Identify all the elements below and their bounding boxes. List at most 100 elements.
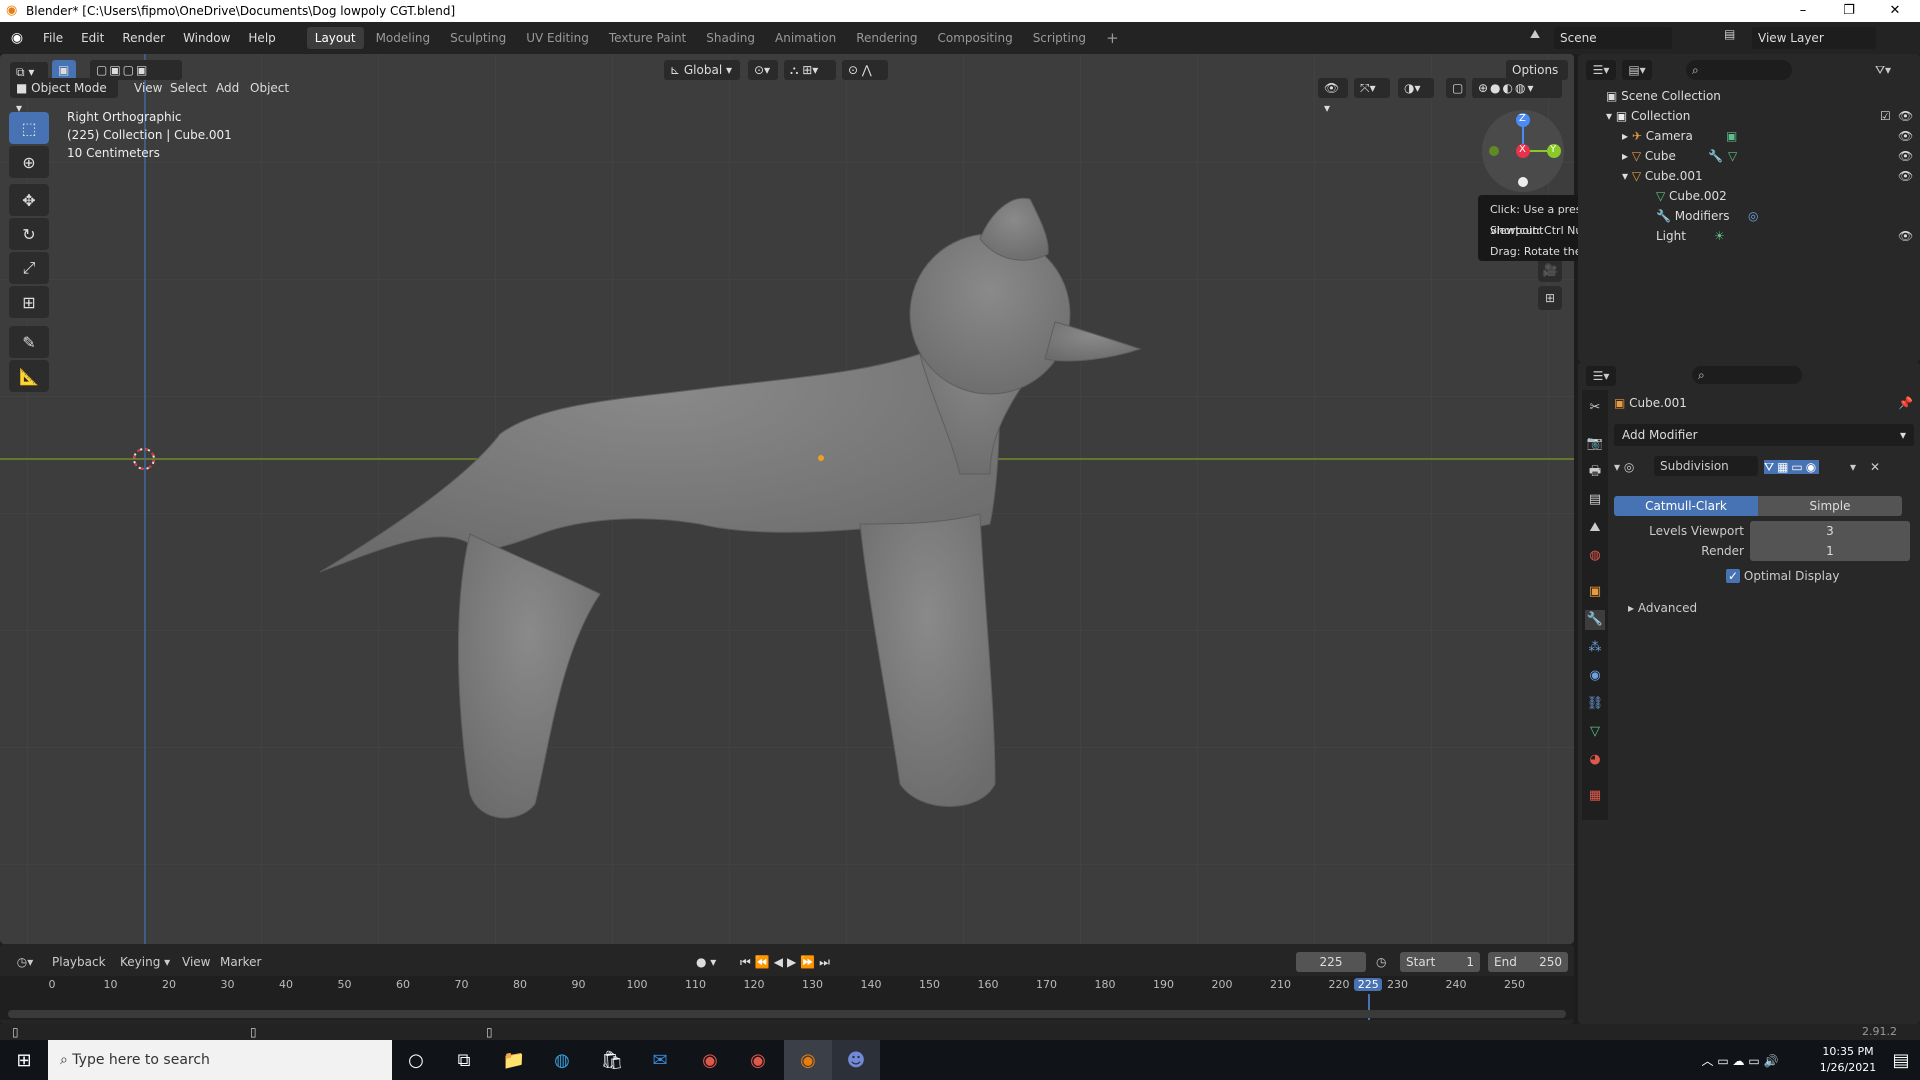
output-tab-icon[interactable]: 🖶 [1585, 462, 1605, 482]
proportional-edit-icon[interactable]: ⊙ ⋀ [842, 60, 888, 80]
properties-editor-type-icon[interactable]: ☰▾ [1586, 366, 1616, 386]
mesh-data-tab-icon[interactable]: ▽ [1585, 722, 1605, 742]
transform-tool-icon[interactable]: ⊞ [9, 286, 49, 318]
3d-viewport[interactable]: ⧉ ▾ ▣ ▢▣▢▣ ⊾ Global ▾ ⊙▾ ⛬ ⊞▾ ⊙ ⋀ Option… [0, 54, 1574, 944]
timeline-menu-view[interactable]: View [182, 952, 210, 972]
tab-texture-paint[interactable]: Texture Paint [601, 27, 694, 49]
tab-uv-editing[interactable]: UV Editing [518, 27, 597, 49]
checkbox-icon[interactable]: ☑ [1880, 106, 1891, 126]
close-window-button[interactable]: ✕ [1872, 0, 1918, 22]
snap-icon[interactable]: ⛬ ⊞▾ [784, 60, 836, 80]
outliner-search-input[interactable]: ⌕ [1686, 60, 1792, 80]
gizmo-toggle-icon[interactable]: ⤧▾ [1354, 78, 1390, 98]
restore-button[interactable]: ❐ [1826, 0, 1872, 22]
world-tab-icon[interactable]: ◍ [1585, 546, 1605, 566]
eye-icon[interactable]: 👁 [1898, 126, 1913, 146]
cortana-icon[interactable]: ○ [392, 1040, 440, 1080]
eye-icon[interactable]: 👁 [1898, 146, 1913, 166]
menu-window[interactable]: Window [174, 22, 239, 54]
cursor-tool-icon[interactable]: ⊕ [9, 146, 49, 178]
tab-rendering[interactable]: Rendering [848, 27, 925, 49]
store-icon[interactable]: 🛍 [588, 1040, 636, 1080]
eye-icon[interactable]: 👁 [1898, 166, 1913, 186]
ortho-toggle-icon[interactable]: ⊞ [1538, 286, 1562, 310]
filter-icon[interactable]: ⛛▾ [1868, 60, 1898, 80]
keying-menu[interactable]: Keying ▾ [120, 952, 176, 972]
object-tab-icon[interactable]: ▣ [1585, 582, 1605, 602]
simple-button[interactable]: Simple [1758, 496, 1902, 516]
shading-modes-icons[interactable]: ⊕●◐◍▾ [1472, 78, 1562, 98]
properties-search-input[interactable]: ⌕ [1692, 366, 1802, 384]
playhead-frame-label[interactable]: 225 [1354, 978, 1383, 991]
add-workspace-icon[interactable]: + [1098, 27, 1127, 49]
menu-edit[interactable]: Edit [72, 22, 113, 54]
view-layer-selector[interactable]: View Layer [1752, 27, 1876, 49]
render-tab-icon[interactable]: 📷 [1585, 434, 1605, 454]
catmull-clark-button[interactable]: Catmull-Clark [1614, 496, 1758, 516]
modifier-toggle-icons[interactable]: ⛛▦▭◉ [1764, 456, 1820, 478]
selection-mode-icons[interactable]: ▢▣▢▣ [90, 60, 182, 80]
outliner-item-cube-002[interactable]: ▽ Cube.002 [1578, 186, 1920, 206]
chrome-icon[interactable]: ◉ [686, 1040, 734, 1080]
outliner-item-camera[interactable]: ▸ ✈ Camera ▣ 👁 [1578, 126, 1920, 146]
modifier-tab-icon[interactable]: 🔧 [1585, 610, 1605, 630]
view-layer-tab-icon[interactable]: ▤ [1585, 490, 1605, 510]
outliner-editor-type-icon[interactable]: ☰▾ [1586, 60, 1616, 80]
close-icon[interactable]: ✕ [1870, 456, 1880, 478]
rotate-tool-icon[interactable]: ↻ [9, 218, 49, 250]
end-frame-field[interactable]: End 250 [1488, 952, 1568, 972]
checkbox-checked-icon[interactable]: ✓ [1726, 569, 1741, 583]
tool-tab-icon[interactable]: ✂ [1585, 398, 1605, 418]
tab-sculpting[interactable]: Sculpting [442, 27, 514, 49]
menu-render[interactable]: Render [113, 22, 174, 54]
eye-icon[interactable]: 👁 [1898, 226, 1913, 246]
menu-help[interactable]: Help [239, 22, 284, 54]
discord-icon[interactable]: ☻ [832, 1040, 880, 1080]
visibility-icon[interactable]: 👁▾ [1318, 78, 1348, 115]
timeline-editor-type-icon[interactable]: ◷▾ [10, 952, 40, 972]
minimize-button[interactable]: – [1780, 0, 1826, 22]
windows-start-icon[interactable]: ⊞ [0, 1040, 48, 1080]
file-explorer-icon[interactable]: 📁 [490, 1040, 538, 1080]
timeline-menu-marker[interactable]: Marker [220, 952, 261, 972]
blender-menu-icon[interactable]: ◉ [0, 30, 34, 46]
outliner-item-collection[interactable]: ▾ ▣ Collection ☑ 👁 [1578, 106, 1920, 126]
xray-icon[interactable]: ▢ [1446, 78, 1466, 98]
mail-icon[interactable]: ✉ [636, 1040, 684, 1080]
select-box-icon[interactable]: ▣ [52, 60, 76, 80]
outliner-item-cube[interactable]: ▸ ▽ Cube 🔧 ▽ 👁 [1578, 146, 1920, 166]
taskbar-search-box[interactable]: ⌕ Type here to search [48, 1040, 392, 1080]
physics-tab-icon[interactable]: ◉ [1585, 666, 1605, 686]
outliner-item-cube-001[interactable]: ▾ ▽ Cube.001 👁 [1578, 166, 1920, 186]
outliner-scene-collection[interactable]: ▣ Scene Collection [1578, 86, 1920, 106]
collapse-arrow-icon[interactable]: ▾ [1614, 460, 1624, 474]
clock-icon[interactable]: ◷ [1376, 952, 1396, 972]
levels-viewport-field[interactable]: 3 [1750, 521, 1910, 541]
viewport-menu-add[interactable]: Add [210, 78, 245, 98]
viewport-menu-object[interactable]: Object [244, 78, 295, 98]
annotate-tool-icon[interactable]: ✎ [9, 326, 49, 358]
object-mode-dropdown[interactable]: ■ Object Mode ▾ [10, 78, 118, 115]
transform-orientation-dropdown[interactable]: ⊾ Global ▾ [664, 60, 740, 80]
tab-layout[interactable]: Layout [306, 27, 364, 49]
eye-icon[interactable]: 👁 [1898, 106, 1913, 126]
navigation-gizmo[interactable]: Z X Y [1482, 110, 1564, 192]
viewport-menu-view[interactable]: View [128, 78, 168, 98]
tab-scripting[interactable]: Scripting [1025, 27, 1094, 49]
display-mode-icon[interactable]: ▤▾ [1622, 60, 1652, 80]
viewport-menu-select[interactable]: Select [164, 78, 213, 98]
scale-tool-icon[interactable]: ⤢ [9, 252, 49, 284]
scene-selector[interactable]: Scene [1554, 27, 1672, 49]
edge-icon[interactable]: ◍ [538, 1040, 586, 1080]
pivot-point-icon[interactable]: ⊙▾ [748, 60, 778, 80]
texture-tab-icon[interactable]: ▦ [1585, 786, 1605, 806]
render-levels-field[interactable]: 1 [1750, 541, 1910, 561]
scene-tab-icon[interactable]: ⛰ [1585, 518, 1605, 538]
move-tool-icon[interactable]: ✥ [9, 184, 49, 216]
material-tab-icon[interactable]: ◕ [1585, 750, 1605, 770]
select-tool-icon[interactable]: ⬚ [9, 112, 49, 144]
taskbar-clock[interactable]: 10:35 PM 1/26/2021 [1810, 1044, 1886, 1076]
current-frame-field[interactable]: 225 [1296, 952, 1366, 972]
blender-taskbar-icon[interactable]: ◉ [784, 1040, 832, 1080]
tab-modeling[interactable]: Modeling [368, 27, 439, 49]
